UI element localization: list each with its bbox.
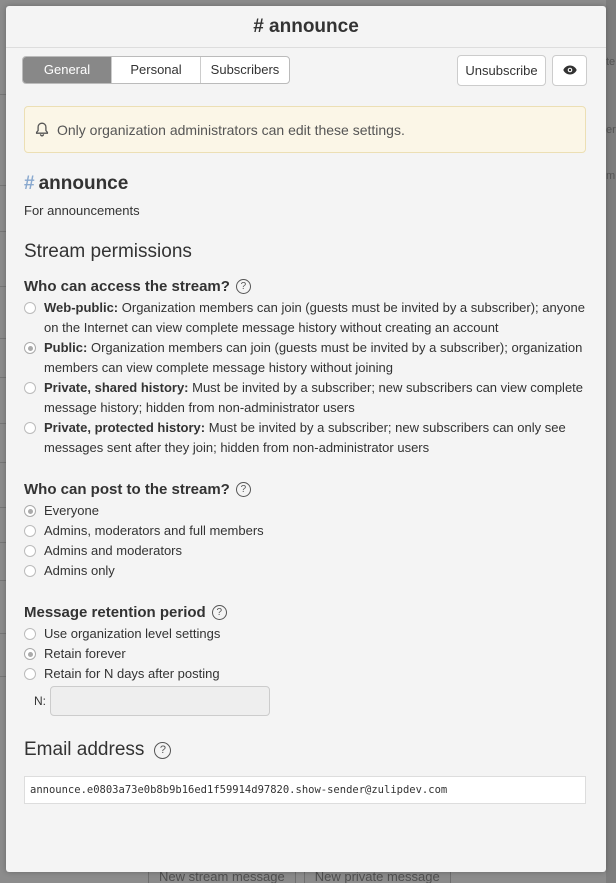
edge-fragment: m xyxy=(606,170,616,182)
tab-subscribers[interactable]: Subscribers xyxy=(201,57,289,83)
option-label: Admins and moderators xyxy=(44,543,183,558)
radio-button[interactable] xyxy=(24,382,36,394)
settings-toolbar: General Personal Subscribers Unsubscribe xyxy=(22,55,598,86)
access-option-public[interactable]: Public: Organization members can join (g… xyxy=(24,338,586,378)
option-label: Web-public: xyxy=(44,300,119,315)
access-option-web-public[interactable]: Web-public: Organization members can joi… xyxy=(24,298,586,338)
help-icon[interactable]: ? xyxy=(154,741,172,759)
help-icon[interactable]: ? xyxy=(211,604,227,620)
help-icon[interactable]: ? xyxy=(235,278,251,294)
radio-button[interactable] xyxy=(24,628,36,640)
retention-heading-text: Message retention period xyxy=(24,603,206,621)
post-option-moderators[interactable]: Admins and moderators xyxy=(24,541,586,561)
post-option-everyone[interactable]: Everyone xyxy=(24,501,586,521)
option-label: Everyone xyxy=(44,503,99,518)
email-address-field[interactable]: announce.e0803a73e0b8b9b16ed1f59914d9782… xyxy=(24,776,586,804)
view-stream-button[interactable] xyxy=(552,55,587,86)
option-label: Public: xyxy=(44,340,88,355)
option-text: Private, shared history: Must be invited… xyxy=(44,378,586,418)
radio-button[interactable] xyxy=(24,545,36,557)
edge-fragment: er xyxy=(606,124,616,136)
option-desc: Organization members can join (guests mu… xyxy=(44,300,585,335)
access-heading: Who can access the stream? ? xyxy=(24,275,586,297)
post-options: Everyone Admins, moderators and full mem… xyxy=(24,501,586,581)
radio-button-checked[interactable] xyxy=(24,342,36,354)
option-text: Web-public: Organization members can joi… xyxy=(44,298,586,338)
stream-name: # announce xyxy=(24,173,586,195)
option-label: Use organization level settings xyxy=(44,626,221,641)
retention-option-n-days[interactable]: Retain for N days after posting xyxy=(24,664,586,684)
option-label: Admins, moderators and full members xyxy=(44,523,264,538)
banner-text: Only organization administrators can edi… xyxy=(57,121,405,138)
option-label: Private, protected history: xyxy=(44,420,206,435)
retention-option-forever[interactable]: Retain forever xyxy=(24,644,586,664)
option-label: Private, shared history: xyxy=(44,380,189,395)
tab-personal[interactable]: Personal xyxy=(112,57,201,83)
option-text: Public: Organization members can join (g… xyxy=(44,338,586,378)
option-label: Retain forever xyxy=(44,646,126,661)
general-settings: Only organization administrators can edi… xyxy=(24,106,586,804)
eye-icon xyxy=(562,63,577,78)
post-option-admins-only[interactable]: Admins only xyxy=(24,561,586,581)
unsubscribe-button[interactable]: Unsubscribe xyxy=(457,55,546,86)
tab-general[interactable]: General xyxy=(23,57,112,83)
access-option-private-shared[interactable]: Private, shared history: Must be invited… xyxy=(24,378,586,418)
radio-button[interactable] xyxy=(24,525,36,537)
radio-button-checked[interactable] xyxy=(24,648,36,660)
email-heading-text: Email address xyxy=(24,739,145,760)
radio-button[interactable] xyxy=(24,668,36,680)
tab-switcher: General Personal Subscribers xyxy=(22,56,290,84)
retention-option-org-level[interactable]: Use organization level settings xyxy=(24,624,586,644)
stream-hash-icon: # xyxy=(24,173,35,194)
stream-description: For announcements xyxy=(24,203,140,218)
option-text: Private, protected history: Must be invi… xyxy=(44,418,586,458)
background-right-edge: te er m xyxy=(606,0,616,883)
access-options: Web-public: Organization members can joi… xyxy=(24,298,586,458)
help-icon[interactable]: ? xyxy=(235,481,251,497)
post-option-full-members[interactable]: Admins, moderators and full members xyxy=(24,521,586,541)
admin-only-banner: Only organization administrators can edi… xyxy=(24,106,586,153)
radio-button-checked[interactable] xyxy=(24,505,36,517)
radio-button[interactable] xyxy=(24,302,36,314)
stream-settings-panel: # announce General Personal Subscribers … xyxy=(6,6,606,872)
retention-options: Use organization level settings Retain f… xyxy=(24,624,586,716)
email-address-heading: Email address ? xyxy=(24,738,586,762)
access-option-private-protected[interactable]: Private, protected history: Must be invi… xyxy=(24,418,586,458)
retention-heading: Message retention period ? xyxy=(24,601,586,623)
retention-days-label: N: xyxy=(34,694,46,708)
access-heading-text: Who can access the stream? xyxy=(24,277,230,295)
bell-icon xyxy=(35,122,49,137)
post-heading: Who can post to the stream? ? xyxy=(24,478,586,500)
option-desc: Organization members can join (guests mu… xyxy=(44,340,583,375)
option-label: Admins only xyxy=(44,563,115,578)
stream-name-text: announce xyxy=(38,173,129,194)
retention-days-field: N: xyxy=(34,686,586,716)
post-heading-text: Who can post to the stream? xyxy=(24,480,230,498)
radio-button[interactable] xyxy=(24,422,36,434)
page-title: # announce xyxy=(6,6,606,48)
stream-permissions-heading: Stream permissions xyxy=(24,241,192,262)
edge-fragment: te xyxy=(606,56,616,68)
option-label: Retain for N days after posting xyxy=(44,666,220,681)
retention-days-input[interactable] xyxy=(50,686,270,716)
radio-button[interactable] xyxy=(24,565,36,577)
